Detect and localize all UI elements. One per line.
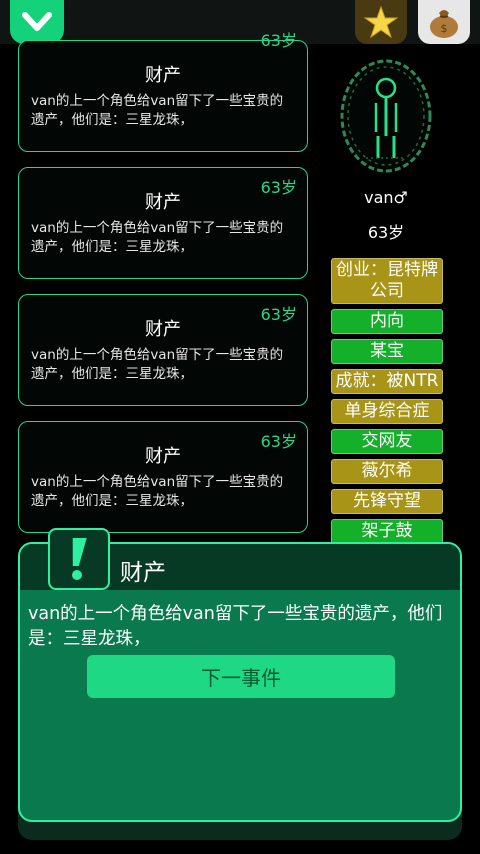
event-title: 财产 xyxy=(145,319,181,340)
svg-text:$: $ xyxy=(441,22,448,35)
money-bag-button[interactable]: $ xyxy=(418,0,470,44)
dialog-title: 财产 xyxy=(120,560,166,586)
character-age: 63岁 xyxy=(367,223,405,242)
trait-badge[interactable]: 先锋守望 xyxy=(331,489,443,514)
event-title: 财产 xyxy=(145,446,181,467)
trait-badge[interactable]: 创业：昆特牌公司 xyxy=(331,258,443,304)
trait-list: 创业：昆特牌公司内向某宝成就：被NTR 单身综合症交网友薇尔希先锋守望架子鼓 xyxy=(331,258,443,542)
money-bag-icon: $ xyxy=(430,10,458,38)
event-card[interactable]: 63岁 财产 van的上一个角色给van留下了一些宝贵的遗产，他们是：三星龙珠， xyxy=(18,31,308,152)
trait-badge[interactable]: 单身综合症 xyxy=(331,399,443,424)
next-event-button[interactable]: 下一事件 xyxy=(87,655,395,698)
character-avatar[interactable] xyxy=(338,58,434,178)
event-card[interactable]: 63岁 财产 van的上一个角色给van留下了一些宝贵的遗产，他们是：三星龙珠， xyxy=(18,421,308,533)
achievements-button[interactable] xyxy=(355,0,407,44)
event-description: van的上一个角色给van留下了一些宝贵的遗产，他们是：三星龙珠， xyxy=(31,347,284,382)
event-description: van的上一个角色给van留下了一些宝贵的遗产，他们是：三星龙珠， xyxy=(31,220,284,255)
exclamation-icon xyxy=(72,538,87,580)
trait-badge[interactable]: 交网友 xyxy=(331,429,443,454)
trait-badge[interactable]: 某宝 xyxy=(331,339,443,364)
chevron-down-icon xyxy=(22,12,52,31)
event-title: 财产 xyxy=(145,192,181,213)
collapse-menu-button[interactable] xyxy=(10,0,64,44)
event-age: 63岁 xyxy=(260,31,297,50)
dialog-text: van的上一个角色给van留下了一些宝贵的遗产，他们是：三星龙珠， xyxy=(28,604,443,649)
trait-badge[interactable]: 内向 xyxy=(331,309,443,334)
event-card[interactable]: 63岁 财产 van的上一个角色给van留下了一些宝贵的遗产，他们是：三星龙珠， xyxy=(18,167,308,279)
event-dialog: 财产 van的上一个角色给van留下了一些宝贵的遗产，他们是：三星龙珠， 下一事… xyxy=(18,528,462,822)
event-description: van的上一个角色给van留下了一些宝贵的遗产，他们是：三星龙珠， xyxy=(31,93,284,128)
trait-badge[interactable]: 架子鼓 xyxy=(331,519,443,542)
trait-badge[interactable]: 成就：被NTR xyxy=(331,369,443,394)
character-name: van♂ xyxy=(364,188,408,207)
event-title: 财产 xyxy=(145,65,181,86)
top-bar: $ xyxy=(0,0,480,44)
alert-badge xyxy=(48,528,110,590)
event-card[interactable]: 63岁 财产 van的上一个角色给van留下了一些宝贵的遗产，他们是：三星龙珠， xyxy=(18,294,308,406)
star-icon xyxy=(364,6,398,38)
trait-badge[interactable]: 薇尔希 xyxy=(331,459,443,484)
event-description: van的上一个角色给van留下了一些宝贵的遗产，他们是：三星龙珠， xyxy=(31,474,284,509)
